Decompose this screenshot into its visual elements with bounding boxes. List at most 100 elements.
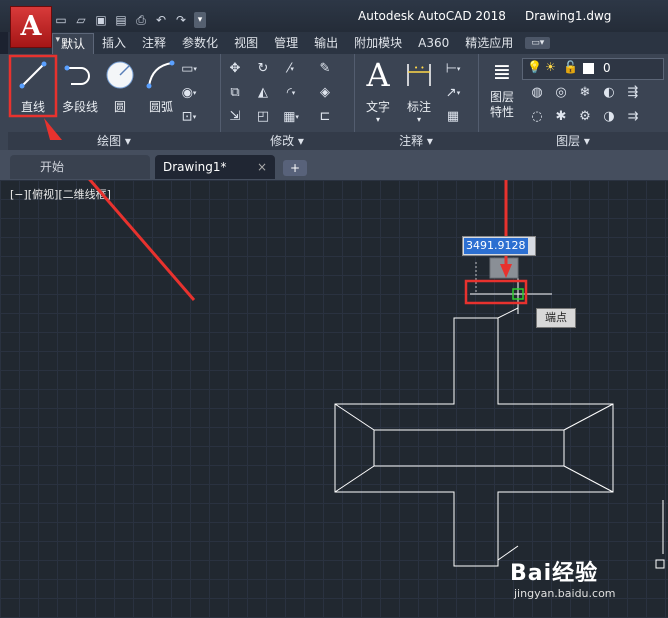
fillet-icon[interactable]: ◜▾ [282, 84, 300, 102]
layer-properties-label: 图层 特性 [489, 90, 514, 119]
scale-icon[interactable]: ◰ [254, 108, 272, 126]
coordinate-readout[interactable]: 3491.9128 [464, 238, 528, 254]
layer-thaw-icon[interactable]: ✱ [552, 108, 570, 126]
text-tool-button[interactable]: A 文字 ▾ [358, 58, 398, 124]
layer-unisolate-icon[interactable]: ◌ [528, 108, 546, 126]
panel-draw-title[interactable]: 绘图 ▾ [8, 132, 220, 150]
close-icon[interactable]: × [257, 155, 267, 179]
qat-dropdown-icon[interactable]: ▾ [194, 12, 206, 28]
layer-walk-icon[interactable]: ⚙ [576, 108, 594, 126]
tab-drawing1-label: Drawing1* [163, 160, 227, 174]
layer-freeze-icon[interactable]: ❄ [576, 84, 594, 102]
cross-shape [334, 307, 614, 567]
array-icon[interactable]: ▦▾ [282, 108, 300, 126]
panel-draw: 直线 多段线 圆 圆弧 ▭▾ ◉▾ ⊡▾ 绘图 ▾ [8, 54, 221, 150]
circle-icon [106, 61, 134, 89]
tab-view[interactable]: 视图 [226, 33, 266, 53]
dimension-icon: • • [407, 64, 431, 86]
boundary-icon[interactable]: ⊡▾ [180, 108, 198, 126]
lock-icon: 🔓 [563, 60, 578, 74]
panel-annotation-title[interactable]: 注释 ▾ [354, 132, 478, 150]
quick-access-toolbar: ▭ ▱ ▣ ▤ ⎙ ↶ ↷ ▾ [54, 10, 206, 30]
annotation-highlight [88, 180, 528, 305]
dimension-tool-label: 标注 [406, 100, 431, 114]
drawing-canvas[interactable]: [−][俯视][二维线框] 3491.9128 端点 Bai经验 jingyan… [0, 180, 668, 618]
dynamic-input-box[interactable]: 3491.9128 [462, 236, 536, 256]
panel-layers-title[interactable]: 图层 ▾ [478, 132, 668, 150]
tab-drawing1[interactable]: Drawing1* × [155, 155, 275, 179]
tab-output[interactable]: 输出 [306, 33, 346, 53]
light-bulb-icon: 💡 [527, 60, 542, 74]
redo-icon[interactable]: ↷ [174, 13, 188, 27]
tab-a360[interactable]: A360 [410, 33, 457, 53]
tab-featured-apps[interactable]: 精选应用 [457, 33, 521, 53]
line-tool-button[interactable]: 直线 [10, 58, 56, 115]
offset-icon[interactable]: ⊏ [316, 108, 334, 126]
file-title: Drawing1.dwg [525, 9, 612, 23]
polyline-icon [64, 65, 90, 85]
layer-lock-icon[interactable]: ◐ [600, 84, 618, 102]
app-title: Autodesk AutoCAD 2018 [358, 9, 506, 23]
arc-icon [146, 60, 175, 89]
erase-icon[interactable]: ✎ [316, 60, 334, 78]
chevron-down-icon: ▾ [416, 115, 421, 124]
arc-tool-label: 圆弧 [148, 100, 173, 114]
arc-tool-button[interactable]: 圆弧 [136, 58, 186, 115]
layer-off-icon[interactable]: ◍ [528, 84, 546, 102]
tab-start[interactable]: 开始 [10, 155, 150, 179]
layer-isolate-icon[interactable]: ◎ [552, 84, 570, 102]
autocad-logo-icon: A [20, 11, 42, 42]
new-tab-button[interactable]: + [283, 160, 307, 176]
leader-icon[interactable]: ↗▾ [444, 84, 462, 102]
saveas-icon[interactable]: ▤ [114, 13, 128, 27]
tab-addins[interactable]: 附加模块 [346, 33, 410, 53]
layer-merge-icon[interactable]: ⇉ [624, 108, 642, 126]
layer-color-swatch [583, 63, 594, 74]
ribbon-minimize-toggle[interactable]: ▭▾ [525, 37, 551, 49]
sun-icon: ☀ [545, 60, 556, 74]
tab-manage[interactable]: 管理 [266, 33, 306, 53]
snap-tooltip: 端点 [536, 308, 576, 328]
tab-annotate[interactable]: 注释 [134, 33, 174, 53]
stretch-icon[interactable]: ⇲ [226, 108, 244, 126]
rectangle-icon[interactable]: ▭▾ [180, 60, 198, 78]
undo-icon[interactable]: ↶ [154, 13, 168, 27]
rotate-icon[interactable]: ↻ [254, 60, 272, 78]
trim-icon[interactable]: ⁄▾ [282, 60, 300, 78]
copy-icon[interactable]: ⧉ [226, 84, 244, 102]
linear-dimension-icon[interactable]: ⊢▾ [444, 60, 462, 78]
text-tool-label: 文字 [365, 100, 390, 114]
line-tool-label: 直线 [20, 100, 45, 114]
print-icon[interactable]: ⎙ [134, 13, 148, 27]
svg-text:• •: • • [414, 64, 424, 72]
layer-unlock-icon[interactable]: ◑ [600, 108, 618, 126]
move-icon[interactable]: ✥ [226, 60, 244, 78]
explode-icon[interactable]: ◈ [316, 84, 334, 102]
drawing-geometry [88, 180, 665, 569]
watermark-brand: Bai经验 [510, 561, 599, 586]
document-tab-bar: 开始 Drawing1* × + [0, 150, 668, 180]
panel-modify-title[interactable]: 修改 ▾ [220, 132, 354, 150]
ribbon: 直线 多段线 圆 圆弧 ▭▾ ◉▾ ⊡▾ 绘图 ▾ ✥ ↻ ⁄▾ ✎ ⧉ ◭ ◜… [0, 54, 668, 150]
panel-layers: ≣ 图层 特性 💡 ☀ 🔓 0 ◍ ◎ ❄ ◐ ⇶ ◌ ✱ ⚙ ◑ ⇉ 图层 ▾ [478, 54, 668, 150]
tab-insert[interactable]: 插入 [94, 33, 134, 53]
layer-match-icon[interactable]: ⇶ [624, 84, 642, 102]
chevron-down-icon: ▾ [55, 35, 60, 45]
save-icon[interactable]: ▣ [94, 13, 108, 27]
watermark-url: jingyan.baidu.com [514, 587, 616, 600]
dimension-tool-button[interactable]: • • 标注 ▾ [398, 58, 440, 124]
panel-annotation: A 文字 ▾ • • 标注 ▾ ⊢▾ ↗▾ ▦ 注释 ▾ [354, 54, 479, 150]
text-icon: A [366, 56, 390, 94]
line-icon [19, 61, 47, 89]
mirror-icon[interactable]: ◭ [254, 84, 272, 102]
title-bar: ▭ ▱ ▣ ▤ ⎙ ↶ ↷ ▾ Autodesk AutoCAD 2018 Dr… [0, 0, 668, 32]
table-icon[interactable]: ▦ [444, 108, 462, 126]
layer-properties-button[interactable]: ≣ 图层 特性 [482, 58, 522, 120]
open-icon[interactable]: ▱ [74, 13, 88, 27]
tab-parametric[interactable]: 参数化 [174, 33, 226, 53]
current-layer-name: 0 [603, 61, 611, 75]
application-menu-button[interactable]: A ▾ [10, 6, 60, 48]
layer-dropdown[interactable]: 💡 ☀ 🔓 0 [522, 58, 664, 80]
hatch-icon[interactable]: ◉▾ [180, 84, 198, 102]
ribbon-tab-bar: 默认 插入 注释 参数化 视图 管理 输出 附加模块 A360 精选应用 ▭▾ [52, 32, 668, 54]
